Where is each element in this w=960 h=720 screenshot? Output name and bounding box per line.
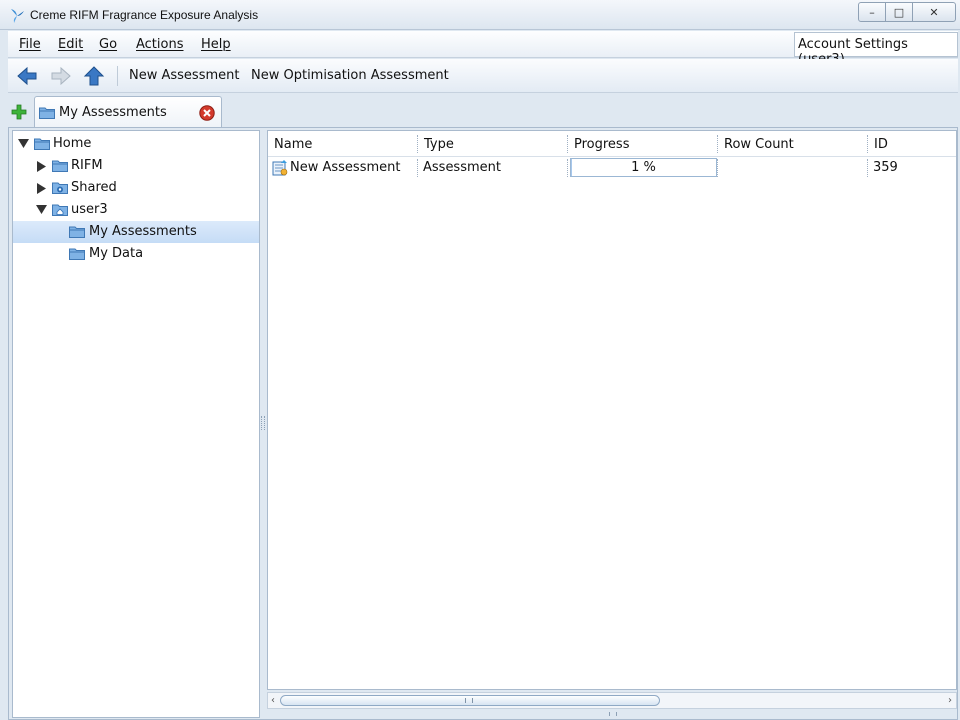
progress-bar: 1 % xyxy=(570,158,717,177)
horizontal-scrollbar[interactable]: ‹ › xyxy=(267,692,957,709)
close-window-button[interactable]: ✕ xyxy=(912,2,956,22)
tree-label: Shared xyxy=(71,180,117,195)
folder-icon xyxy=(52,160,68,172)
folder-icon xyxy=(69,248,85,260)
menu-file[interactable]: File xyxy=(19,37,41,52)
cell-id: 359 xyxy=(873,160,898,175)
toolbar-separator xyxy=(117,66,118,86)
folder-icon xyxy=(39,107,55,119)
scroll-left-arrow-icon[interactable]: ‹ xyxy=(271,695,275,706)
account-settings-button[interactable]: Account Settings (user3) xyxy=(794,32,958,67)
new-assessment-button[interactable]: New Assessment xyxy=(129,68,239,83)
maximize-icon: □ xyxy=(893,5,905,19)
expanded-triangle-icon[interactable] xyxy=(36,205,47,214)
column-header-row-count[interactable]: Row Count xyxy=(718,131,794,157)
minimize-button[interactable]: – xyxy=(858,2,886,22)
menu-edit[interactable]: Edit xyxy=(58,37,83,52)
back-arrow-icon[interactable] xyxy=(16,66,38,86)
progress-label: 1 % xyxy=(631,160,656,175)
shared-folder-icon xyxy=(52,182,68,194)
tree-label: Home xyxy=(53,136,92,151)
menu-bar: File Edit Go Actions Help Account Settin… xyxy=(8,31,958,67)
table-row[interactable]: New Assessment Assessment 1 % 359 xyxy=(268,157,956,179)
column-header-type[interactable]: Type xyxy=(418,131,454,157)
column-header-progress[interactable]: Progress xyxy=(568,131,629,157)
collapsed-triangle-icon[interactable] xyxy=(37,183,46,194)
up-arrow-icon[interactable] xyxy=(83,66,105,86)
table-header: Name Type Progress Row Count ID xyxy=(268,131,956,157)
folder-icon xyxy=(69,226,85,238)
tab-my-assessments[interactable]: My Assessments xyxy=(34,96,222,129)
tree-node-my-data[interactable]: My Data xyxy=(13,243,259,265)
progress-fill xyxy=(571,159,573,176)
cell-type: Assessment xyxy=(423,160,501,175)
cell-separator xyxy=(717,159,718,177)
tree-node-my-assessments[interactable]: My Assessments xyxy=(13,221,259,243)
tab-strip: My Assessments xyxy=(8,94,958,129)
collapsed-triangle-icon[interactable] xyxy=(37,161,46,172)
tree-label: user3 xyxy=(71,202,108,217)
splitter-handle[interactable] xyxy=(261,416,265,430)
window-controls: – □ ✕ xyxy=(858,2,956,22)
title-bar: Creme RIFM Fragrance Exposure Analysis –… xyxy=(0,0,960,30)
add-tab-icon[interactable] xyxy=(11,104,27,120)
tree-node-user3[interactable]: user3 xyxy=(13,199,259,221)
tree-label: My Data xyxy=(89,246,144,261)
folder-icon xyxy=(34,138,50,150)
cell-separator xyxy=(867,159,868,177)
assessment-icon xyxy=(272,160,288,176)
close-tab-icon[interactable] xyxy=(199,105,215,121)
cell-name: New Assessment xyxy=(290,160,401,175)
scrollbar-grip xyxy=(465,698,473,703)
folder-tree[interactable]: Home RIFM Shared user3 My Assessments My… xyxy=(12,130,260,718)
new-optimisation-assessment-button[interactable]: New Optimisation Assessment xyxy=(251,68,449,83)
resize-handle[interactable] xyxy=(609,712,617,716)
app-logo-icon xyxy=(11,9,24,23)
scroll-right-arrow-icon[interactable]: › xyxy=(948,695,952,706)
tree-label: RIFM xyxy=(71,158,103,173)
column-header-id[interactable]: ID xyxy=(868,131,888,157)
assessments-table[interactable]: Name Type Progress Row Count ID New Asse… xyxy=(267,130,957,690)
column-header-name[interactable]: Name xyxy=(268,131,312,157)
maximize-button[interactable]: □ xyxy=(885,2,913,22)
scrollbar-thumb[interactable] xyxy=(280,695,660,706)
tab-label: My Assessments xyxy=(59,105,167,120)
close-icon: ✕ xyxy=(929,5,939,19)
tree-node-home[interactable]: Home xyxy=(13,133,259,155)
toolbar: New Assessment New Optimisation Assessme… xyxy=(8,59,958,93)
window-title: Creme RIFM Fragrance Exposure Analysis xyxy=(30,8,259,22)
cell-separator xyxy=(567,159,568,177)
minimize-icon: – xyxy=(869,5,875,19)
tree-node-rifm[interactable]: RIFM xyxy=(13,155,259,177)
expanded-triangle-icon[interactable] xyxy=(18,139,29,148)
menu-actions[interactable]: Actions xyxy=(136,37,184,52)
home-folder-icon xyxy=(52,204,68,216)
menu-help[interactable]: Help xyxy=(201,37,231,52)
content-area: Home RIFM Shared user3 My Assessments My… xyxy=(8,127,958,720)
menu-go[interactable]: Go xyxy=(99,37,117,52)
cell-separator xyxy=(417,159,418,177)
tree-node-shared[interactable]: Shared xyxy=(13,177,259,199)
tree-label: My Assessments xyxy=(89,224,197,239)
forward-arrow-icon[interactable] xyxy=(50,66,72,86)
